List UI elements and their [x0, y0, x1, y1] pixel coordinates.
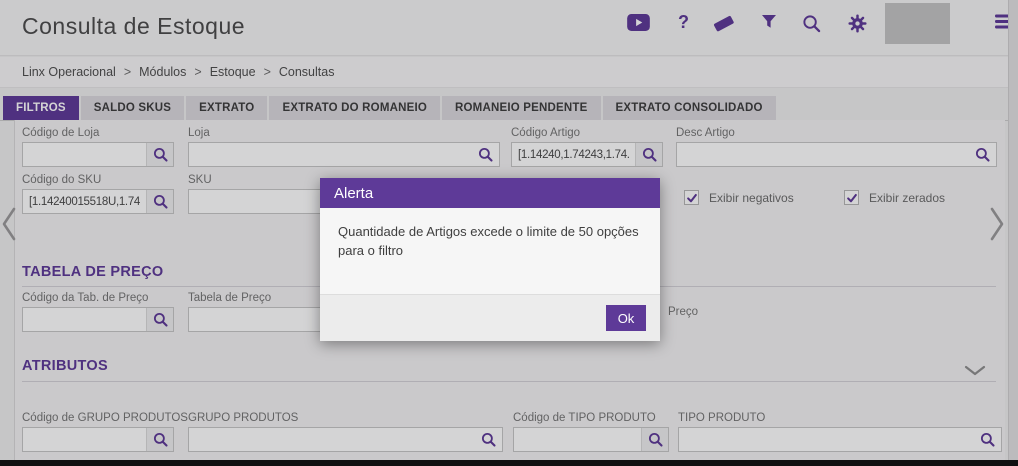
ok-button[interactable]: Ok — [606, 305, 646, 331]
alert-dialog-message: Quantidade de Artigos excede o limite de… — [320, 208, 660, 295]
alert-dialog: Alerta Quantidade de Artigos excede o li… — [320, 178, 660, 341]
alert-dialog-title: Alerta — [320, 178, 660, 208]
alert-dialog-footer: Ok — [320, 295, 660, 341]
app-window: Consulta de Estoque ? Linx Operacional >… — [0, 0, 1018, 466]
